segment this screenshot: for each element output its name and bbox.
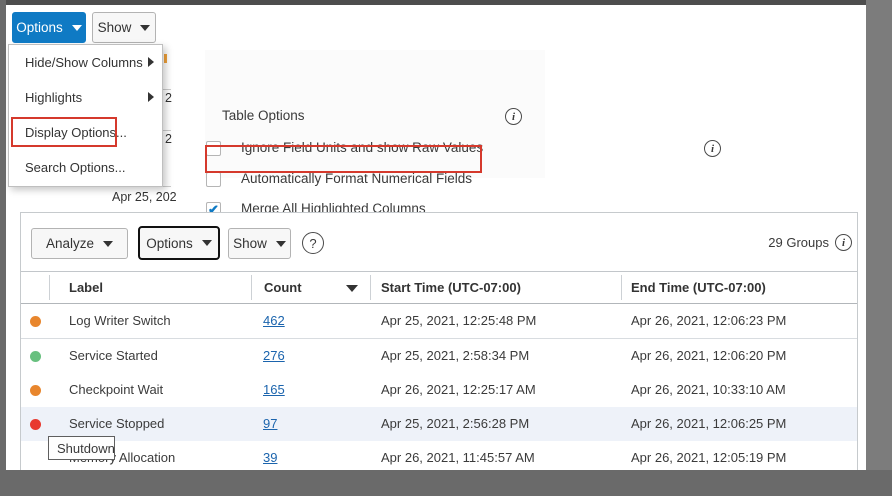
menu-item-label: Highlights: [25, 90, 82, 105]
table-options-panel: Table Options i i Ignore Field Units and…: [205, 50, 545, 178]
info-icon[interactable]: i: [835, 234, 852, 251]
chevron-down-icon: [103, 241, 113, 247]
count-link[interactable]: 462: [263, 313, 285, 328]
start-time-cell: Apr 25, 2021, 2:56:28 PM: [381, 407, 529, 441]
status-dot-orange: [30, 316, 41, 327]
count-cell: 462: [263, 304, 285, 338]
column-header-label[interactable]: Label: [69, 272, 103, 303]
letterbox-top: [0, 0, 892, 5]
end-time-cell: Apr 26, 2021, 12:05:19 PM: [631, 441, 786, 471]
table-row[interactable]: Log Writer Switch 462 Apr 25, 2021, 12:25:…: [21, 304, 857, 339]
end-time-cell: Apr 26, 2021, 10:33:10 AM: [631, 373, 786, 407]
count-cell: 165: [263, 373, 285, 407]
events-table-panel: Analyze Options Show ? 29 Groups i Label…: [20, 212, 858, 471]
options-menu-button[interactable]: Options: [12, 12, 86, 43]
help-icon[interactable]: ?: [302, 232, 324, 254]
menu-item-highlights[interactable]: Highlights: [9, 80, 162, 115]
options-menu-button-label: Options: [16, 20, 63, 35]
start-time-cell: Apr 25, 2021, 12:25:48 PM: [381, 304, 536, 338]
status-dot-green: [30, 351, 41, 362]
letterbox-left: [0, 0, 6, 496]
background-fragment: 2: [165, 132, 172, 146]
background-highlight-fragment: [164, 54, 167, 63]
menu-item-list: Hide/Show Columns Highlights Display Optio…: [9, 45, 162, 185]
chevron-down-icon: [140, 25, 150, 31]
column-header-end-time[interactable]: End Time (UTC-07:00): [631, 272, 766, 303]
count-cell: 97: [263, 407, 277, 441]
count-link[interactable]: 165: [263, 382, 285, 397]
row-label: Checkpoint Wait: [69, 373, 163, 407]
chevron-down-icon: [202, 240, 212, 246]
analyze-button[interactable]: Analyze: [31, 228, 128, 259]
count-link[interactable]: 276: [263, 348, 285, 363]
column-separator: [370, 275, 371, 300]
column-header-start-time[interactable]: Start Time (UTC-07:00): [381, 272, 521, 303]
count-link[interactable]: 39: [263, 450, 277, 465]
info-icon[interactable]: i: [505, 108, 522, 125]
chevron-down-icon: [72, 25, 82, 31]
checkbox-label: Ignore Field Units and show Raw Values: [241, 140, 483, 155]
start-time-cell: Apr 26, 2021, 12:25:17 AM: [381, 373, 536, 407]
submenu-arrow-icon: [148, 57, 154, 67]
menu-item-label: Hide/Show Columns: [25, 55, 143, 70]
column-header-count[interactable]: Count: [264, 272, 302, 303]
menu-item-label: Search Options...: [25, 160, 125, 175]
menu-item-hide-show-columns[interactable]: Hide/Show Columns: [9, 45, 162, 80]
table-show-button-label: Show: [233, 236, 267, 251]
background-fragment: Apr 25, 202: [112, 190, 177, 204]
info-icon[interactable]: i: [704, 140, 721, 157]
options-dropdown-menu: Hide/Show Columns Highlights Display Optio…: [8, 44, 163, 187]
end-time-cell: Apr 26, 2021, 12:06:23 PM: [631, 304, 786, 338]
table-options-button-label: Options: [146, 236, 193, 251]
groups-count: 29 Groups i: [768, 234, 852, 251]
background-gridline-fragment: [163, 130, 171, 131]
shutdown-tooltip: Shutdown: [48, 436, 115, 460]
letterbox-bottom: [0, 470, 892, 496]
status-dot-orange: [30, 385, 41, 396]
chevron-down-icon: [276, 241, 286, 247]
menu-item-search-options[interactable]: Search Options...: [9, 150, 162, 185]
checkbox-label: Automatically Format Numerical Fields: [241, 171, 472, 186]
menu-item-label: Display Options...: [25, 125, 127, 140]
count-cell: 39: [263, 441, 277, 471]
table-row[interactable]: Service Started 276 Apr 25, 2021, 2:58:34 …: [21, 339, 857, 374]
menu-item-display-options[interactable]: Display Options...: [9, 115, 162, 150]
analyze-button-label: Analyze: [46, 236, 94, 251]
end-time-cell: Apr 26, 2021, 12:06:20 PM: [631, 339, 786, 373]
start-time-cell: Apr 26, 2021, 11:45:57 AM: [381, 441, 535, 471]
sort-descending-icon[interactable]: [346, 285, 358, 292]
end-time-cell: Apr 26, 2021, 12:06:25 PM: [631, 407, 786, 441]
table-options-button[interactable]: Options: [138, 226, 220, 260]
column-separator: [621, 275, 622, 300]
groups-count-label: 29 Groups: [768, 235, 829, 250]
background-fragment: 2: [165, 91, 172, 105]
count-cell: 276: [263, 339, 285, 373]
status-dot-red: [30, 419, 41, 430]
tooltip-text: Shutdown: [57, 441, 115, 456]
letterbox-right: [866, 0, 892, 496]
row-label: Log Writer Switch: [69, 304, 171, 338]
table-row[interactable]: Service Stopped97Apr 25, 2021, 2:56:28 P…: [21, 407, 857, 442]
column-separator: [49, 275, 50, 300]
checkbox-unchecked[interactable]: [206, 172, 221, 187]
table-show-button[interactable]: Show: [228, 228, 291, 259]
background-gridline-fragment: [163, 89, 171, 90]
checkbox-unchecked[interactable]: [206, 141, 221, 156]
row-label: Service Started: [69, 339, 158, 373]
start-time-cell: Apr 25, 2021, 2:58:34 PM: [381, 339, 529, 373]
background-gridline-fragment: [163, 186, 171, 187]
submenu-arrow-icon: [148, 92, 154, 102]
count-link[interactable]: 97: [263, 416, 277, 431]
column-separator: [251, 275, 252, 300]
table-row[interactable]: Memory Allocation39Apr 26, 2021, 11:45:5…: [21, 441, 857, 471]
show-menu-button-label: Show: [98, 20, 132, 35]
table-options-title: Table Options: [222, 108, 305, 123]
show-menu-button[interactable]: Show: [92, 12, 156, 43]
table-row[interactable]: Checkpoint Wait 165 Apr 26, 2021, 12:25:17…: [21, 373, 857, 408]
table-header-row: Label Count Start Time (UTC-07:00) End T…: [21, 271, 857, 304]
screenshot-frame: 2 2 Apr 25, 202 Options Show Hide/Show C…: [0, 0, 892, 496]
